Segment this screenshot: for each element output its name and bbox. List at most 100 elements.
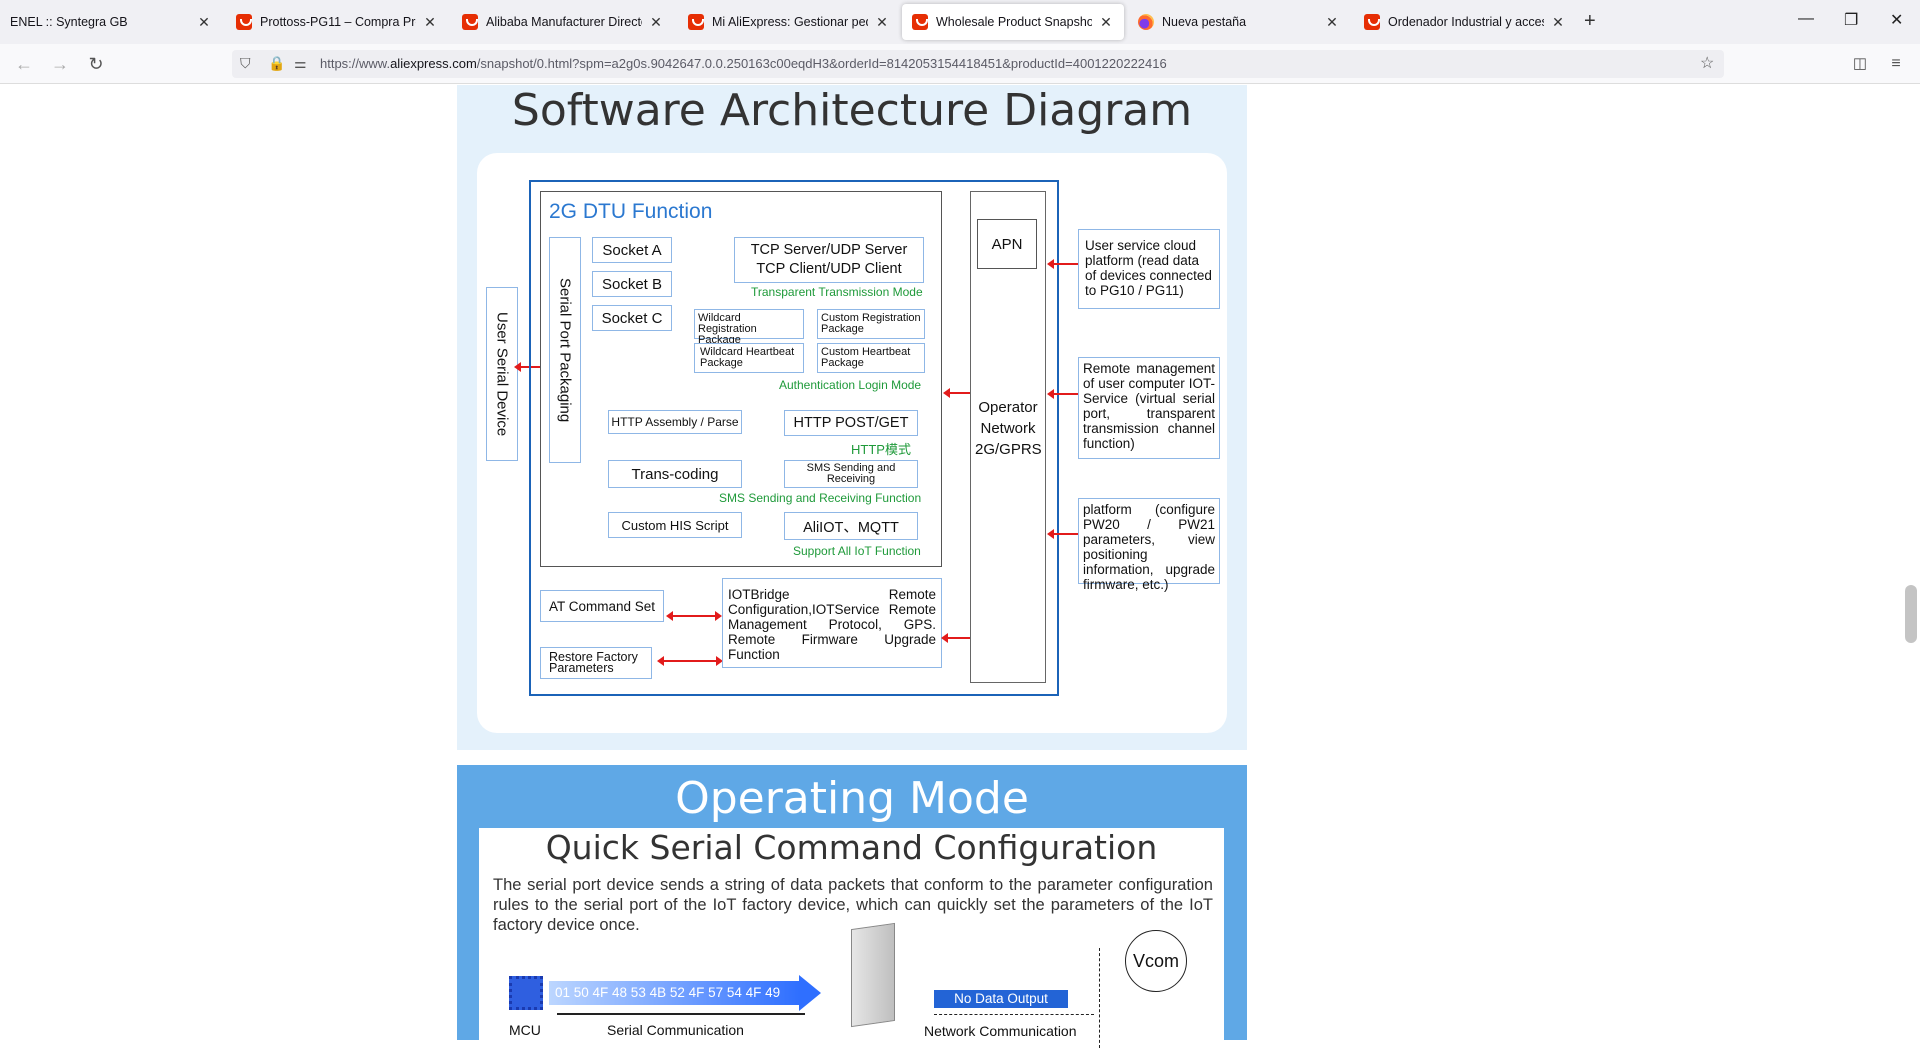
custom-registration-box: Custom Registration Package: [817, 309, 925, 339]
close-tab-icon[interactable]: ✕: [648, 14, 664, 31]
platform-configure-box: platform (configure PW20 / PW21 paramete…: [1078, 498, 1220, 592]
aliexpress-icon: [462, 14, 478, 30]
tcp-udp-box: TCP Server/UDP Server TCP Client/UDP Cli…: [734, 237, 924, 283]
url-text[interactable]: https://www.aliexpress.com/snapshot/0.ht…: [320, 56, 1167, 71]
tab-label: Nueva pestaña: [1162, 15, 1247, 29]
restore-factory-label: Restore Factory Parameters: [549, 650, 638, 675]
back-arrow-icon[interactable]: ←: [12, 52, 36, 76]
socket-b-label: Socket B: [601, 275, 663, 293]
firefox-icon: [1138, 14, 1154, 30]
socket-a-label: Socket A: [602, 241, 662, 259]
architecture-title: Software Architecture Diagram: [511, 85, 1193, 136]
lock-icon[interactable]: 🔒: [268, 55, 285, 72]
quick-serial-description: The serial port device sends a string of…: [493, 876, 1213, 934]
iot-device-icon: [851, 922, 895, 1028]
no-data-output-badge: No Data Output: [934, 990, 1068, 1008]
aliiot-mqtt-label: AliIOT、MQTT: [803, 519, 899, 536]
tab-bar: ENEL :: Syntegra GB ✕ Prottoss-PG11 – Co…: [0, 0, 1920, 44]
http-mode-label: HTTP模式: [851, 442, 911, 457]
wildcard-heartbeat-box: Wildcard Heartbeat Package: [694, 343, 804, 373]
close-tab-icon[interactable]: ✕: [1324, 14, 1340, 31]
socket-b-box: Socket B: [592, 271, 672, 297]
at-command-set-box: AT Command Set: [540, 590, 664, 622]
arrow-icon: [1047, 389, 1085, 399]
socket-c-label: Socket C: [601, 309, 663, 327]
iotbridge-box: IOTBridge Remote Configuration,IOTServic…: [722, 578, 942, 668]
aliexpress-icon: [1364, 14, 1380, 30]
user-serial-device-box: User Serial Device: [486, 287, 518, 461]
tab-label: Wholesale Product Snapshot Pr: [936, 15, 1092, 29]
socket-c-box: Socket C: [592, 305, 672, 331]
authentication-mode-label: Authentication Login Mode: [779, 378, 922, 392]
quick-serial-card: Quick Serial Command Configuration The s…: [479, 828, 1224, 1058]
tab-wholesale-snapshot[interactable]: Wholesale Product Snapshot Pr ✕: [902, 4, 1124, 40]
close-tab-icon[interactable]: ✕: [1098, 14, 1114, 31]
navigation-bar: ← → ↻ ⛉ 🔒 ⚌ https://www.aliexpress.com/s…: [0, 44, 1920, 84]
tab-ordenador-industrial[interactable]: Ordenador Industrial y accesori ✕: [1354, 4, 1576, 40]
tab-nueva-pestana[interactable]: Nueva pestaña ✕: [1128, 4, 1350, 40]
arrow-icon: [1047, 529, 1085, 539]
custom-registration-label: Custom Registration Package: [821, 312, 921, 335]
close-tab-icon[interactable]: ✕: [196, 14, 212, 31]
tab-mi-aliexpress[interactable]: Mi AliExpress: Gestionar pedido ✕: [678, 4, 900, 40]
aliexpress-icon: [912, 14, 928, 30]
close-tab-icon[interactable]: ✕: [874, 14, 890, 31]
serial-line: [557, 1013, 805, 1015]
architecture-section: Software Architecture Diagram User Seria…: [457, 85, 1247, 750]
network-communication-label: Network Communication: [924, 1023, 1077, 1039]
iotbridge-label: IOTBridge Remote Configuration,IOTServic…: [728, 587, 936, 662]
dtu-function-box: 2G DTU Function Serial Port Packaging So…: [540, 191, 942, 567]
hex-data-arrow: 01 50 4F 48 53 4B 52 4F 57 54 4F 49: [549, 975, 821, 1011]
arrow-icon: [666, 611, 722, 621]
apn-label: APN: [991, 235, 1023, 253]
quick-serial-title: Quick Serial Command Configuration: [545, 828, 1158, 867]
operator-network-label: Operator Network 2G/GPRS: [975, 399, 1042, 458]
vcom-circle: Vcom: [1125, 930, 1187, 992]
tab-enel[interactable]: ENEL :: Syntegra GB ✕: [0, 4, 222, 40]
custom-heartbeat-box: Custom Heartbeat Package: [817, 343, 925, 373]
dashed-divider: [1099, 948, 1100, 1048]
wildcard-registration-label: Wildcard Registration Package: [698, 312, 757, 346]
trans-coding-box: Trans-coding: [608, 460, 742, 488]
network-line: [934, 1014, 1094, 1015]
tab-label: Alibaba Manufacturer Directory: [486, 15, 642, 29]
tab-label: ENEL :: Syntegra GB: [10, 15, 128, 29]
tab-alibaba[interactable]: Alibaba Manufacturer Directory ✕: [452, 4, 674, 40]
tab-label: Mi AliExpress: Gestionar pedido: [712, 15, 868, 29]
socket-a-box: Socket A: [592, 237, 672, 263]
serial-communication-label: Serial Communication: [607, 1022, 744, 1038]
aliexpress-icon: [236, 14, 252, 30]
mcu-chip-icon: [509, 976, 543, 1010]
forward-arrow-icon[interactable]: →: [48, 52, 72, 76]
restore-icon[interactable]: ❐: [1844, 10, 1858, 30]
operating-mode-section: Operating Mode Quick Serial Command Conf…: [457, 765, 1247, 1058]
hex-data-label: 01 50 4F 48 53 4B 52 4F 57 54 4F 49: [555, 985, 781, 1000]
new-tab-plus-icon[interactable]: +: [1584, 10, 1596, 33]
operator-column-box: APN Operator Network 2G/GPRS: [970, 191, 1046, 683]
mcu-label: MCU: [509, 1022, 541, 1038]
apn-box: APN: [977, 219, 1037, 269]
close-tab-icon[interactable]: ✕: [1550, 14, 1566, 31]
minimize-icon[interactable]: —: [1798, 10, 1814, 28]
menu-icon[interactable]: ≡: [1884, 52, 1908, 76]
tab-prottoss[interactable]: Prottoss-PG11 – Compra Protto ✕: [226, 4, 448, 40]
pocket-icon[interactable]: ◫: [1848, 52, 1872, 76]
http-assembly-label: HTTP Assembly / Parse: [611, 415, 739, 429]
http-post-get-label: HTTP POST/GET: [793, 415, 909, 431]
arrow-icon: [657, 656, 723, 666]
trans-coding-label: Trans-coding: [631, 465, 719, 483]
remote-management-label: Remote management of user computer IOT-S…: [1083, 361, 1215, 451]
diagram-card: User Serial Device 2G DTU Function Seria…: [477, 153, 1227, 733]
shield-icon[interactable]: ⛉: [240, 55, 251, 72]
permissions-icon[interactable]: ⚌: [294, 55, 307, 72]
scrollbar-thumb[interactable]: [1905, 585, 1917, 643]
url-prefix: https://www.: [320, 56, 391, 71]
operating-mode-title: Operating Mode: [675, 773, 1029, 824]
url-path: /snapshot/0.html?spm=a2g0s.9042647.0.0.2…: [476, 56, 1167, 71]
close-window-icon[interactable]: ✕: [1890, 10, 1903, 30]
user-service-cloud-label: User service cloud platform (read data o…: [1085, 238, 1212, 298]
url-bar[interactable]: ⛉ 🔒 ⚌ https://www.aliexpress.com/snapsho…: [232, 50, 1724, 78]
close-tab-icon[interactable]: ✕: [422, 14, 438, 31]
bookmark-star-icon[interactable]: ☆: [1700, 53, 1714, 73]
reload-icon[interactable]: ↻: [84, 52, 108, 76]
